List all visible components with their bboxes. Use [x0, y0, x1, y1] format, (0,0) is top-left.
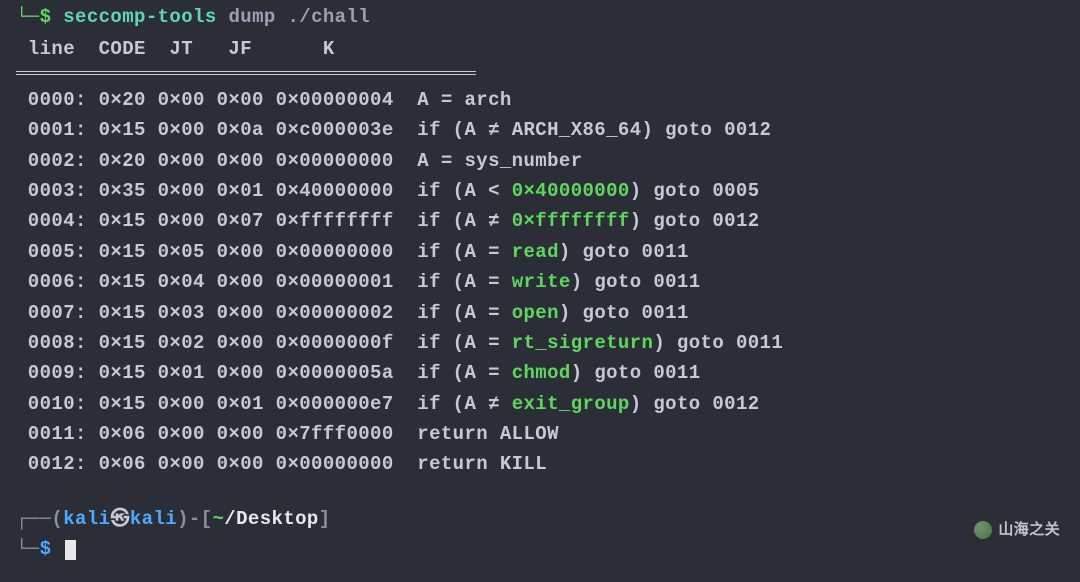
sp	[500, 241, 512, 263]
table-row: 0005: 0×15 0×05 0×00 0×00000000 if (A = …	[16, 237, 1064, 267]
table-row: 0011: 0×06 0×00 0×00 0×7fff0000 return A…	[16, 419, 1064, 449]
prompt-arrow-icon: └─$	[16, 6, 63, 28]
table-row: 0003: 0×35 0×00 0×01 0×40000000 if (A < …	[16, 176, 1064, 206]
syscall-name: rt_sigreturn	[512, 332, 654, 354]
table-row: 0000: 0×20 0×00 0×00 0×00000004 A = arch	[16, 85, 1064, 115]
syscall-name: exit_group	[512, 393, 630, 415]
sp	[500, 393, 512, 415]
operator: =	[488, 302, 500, 324]
operator: =	[488, 241, 500, 263]
syscall-name: write	[512, 271, 571, 293]
desc-tail: ) goto 0011	[559, 241, 689, 263]
operator: ≠	[488, 210, 500, 232]
left-cols: 0002: 0×20 0×00 0×00 0×00000000	[16, 150, 417, 172]
hex-literal: 0×ffffffff	[512, 210, 630, 232]
desc-tail: ) goto 0012	[630, 210, 760, 232]
desc: if (A	[417, 362, 488, 384]
table-row: 0010: 0×15 0×00 0×01 0×000000e7 if (A ≠ …	[16, 389, 1064, 419]
desc: A = sys_number	[417, 150, 582, 172]
watermark: 山海之关	[974, 518, 1060, 542]
desc: if (A	[417, 210, 488, 232]
desc-tail: ) goto 0005	[630, 180, 760, 202]
sp	[500, 332, 512, 354]
dump-table: 0000: 0×20 0×00 0×00 0×00000004 A = arch…	[16, 85, 1064, 480]
prompt-corner-btm: └─	[16, 538, 40, 560]
left-cols: 0001: 0×15 0×00 0×0a 0×c000003e	[16, 119, 417, 141]
desc: return KILL	[417, 453, 547, 475]
operator: =	[488, 271, 500, 293]
left-cols: 0006: 0×15 0×04 0×00 0×00000001	[16, 271, 417, 293]
table-row: 0007: 0×15 0×03 0×00 0×00000002 if (A = …	[16, 298, 1064, 328]
command-arguments: dump ./chall	[228, 6, 370, 28]
desc-tail: ) goto 0011	[571, 271, 701, 293]
syscall-name: chmod	[512, 362, 571, 384]
table-row: 0004: 0×15 0×00 0×07 0×ffffffff if (A ≠ …	[16, 206, 1064, 236]
left-cols: 0007: 0×15 0×03 0×00 0×00000002	[16, 302, 417, 324]
prompt-close-bracket: ]	[319, 508, 331, 530]
prompt-path: /Desktop	[224, 508, 318, 530]
table-row: 0008: 0×15 0×02 0×00 0×0000000f if (A = …	[16, 328, 1064, 358]
prompt-dollar: $	[40, 538, 52, 560]
left-cols: 0000: 0×20 0×00 0×00 0×00000004	[16, 89, 417, 111]
left-cols: 0009: 0×15 0×01 0×00 0×0000005a	[16, 362, 417, 384]
operator: ≠	[488, 393, 500, 415]
left-cols: 0003: 0×35 0×00 0×01 0×40000000	[16, 180, 417, 202]
desc: return ALLOW	[417, 423, 559, 445]
syscall-name: open	[512, 302, 559, 324]
sp	[500, 362, 512, 384]
operator: ≠	[488, 119, 500, 141]
prompt-user: kali	[63, 508, 110, 530]
divider	[16, 71, 476, 75]
desc: A = arch	[417, 89, 511, 111]
previous-command: └─$ seccomp-tools dump ./chall	[16, 2, 1064, 32]
left-cols: 0011: 0×06 0×00 0×00 0×7fff0000	[16, 423, 417, 445]
desc: if (A	[417, 271, 488, 293]
prompt-host: kali	[130, 508, 177, 530]
left-cols: 0008: 0×15 0×02 0×00 0×0000000f	[16, 332, 417, 354]
table-row: 0012: 0×06 0×00 0×00 0×00000000 return K…	[16, 449, 1064, 479]
desc-tail: ) goto 0012	[630, 393, 760, 415]
desc-tail: ) goto 0011	[559, 302, 689, 324]
prompt-corner-top: ┌──(	[16, 508, 63, 530]
shell-prompt[interactable]: ┌──(kali㉿kali)-[~/Desktop] └─$	[16, 504, 1064, 565]
left-cols: 0010: 0×15 0×00 0×01 0×000000e7	[16, 393, 417, 415]
table-row: 0009: 0×15 0×01 0×00 0×0000005a if (A = …	[16, 358, 1064, 388]
desc: if (A	[417, 241, 488, 263]
desc: if (A <	[417, 180, 511, 202]
operator: =	[488, 362, 500, 384]
prompt-dash: -[	[189, 508, 213, 530]
table-row: 0002: 0×20 0×00 0×00 0×00000000 A = sys_…	[16, 146, 1064, 176]
operator: =	[488, 332, 500, 354]
sp	[500, 210, 512, 232]
hex-literal: 0×40000000	[512, 180, 630, 202]
desc: if (A	[417, 332, 488, 354]
prompt-tilde: ~	[212, 508, 224, 530]
left-cols: 0004: 0×15 0×00 0×07 0×ffffffff	[16, 210, 417, 232]
watermark-text: 山海之关	[998, 518, 1060, 542]
cursor-icon[interactable]	[65, 540, 76, 560]
desc-tail: ) goto 0011	[571, 362, 701, 384]
command-tool: seccomp-tools	[63, 6, 216, 28]
skull-icon: ㉿	[110, 508, 129, 530]
table-row: 0001: 0×15 0×00 0×0a 0×c000003e if (A ≠ …	[16, 115, 1064, 145]
desc: if (A	[417, 302, 488, 324]
table-row: 0006: 0×15 0×04 0×00 0×00000001 if (A = …	[16, 267, 1064, 297]
sp	[500, 302, 512, 324]
left-cols: 0012: 0×06 0×00 0×00 0×00000000	[16, 453, 417, 475]
syscall-name: read	[512, 241, 559, 263]
watermark-icon	[974, 521, 992, 539]
left-cols: 0005: 0×15 0×05 0×00 0×00000000	[16, 241, 417, 263]
sp	[500, 271, 512, 293]
desc-tail: ) goto 0011	[653, 332, 783, 354]
prompt-close-paren: )	[177, 508, 189, 530]
desc-tail: ARCH_X86_64) goto 0012	[500, 119, 771, 141]
desc: if (A	[417, 119, 488, 141]
table-header: line CODE JT JF K	[16, 34, 1064, 64]
desc: if (A	[417, 393, 488, 415]
command-args	[217, 6, 229, 28]
